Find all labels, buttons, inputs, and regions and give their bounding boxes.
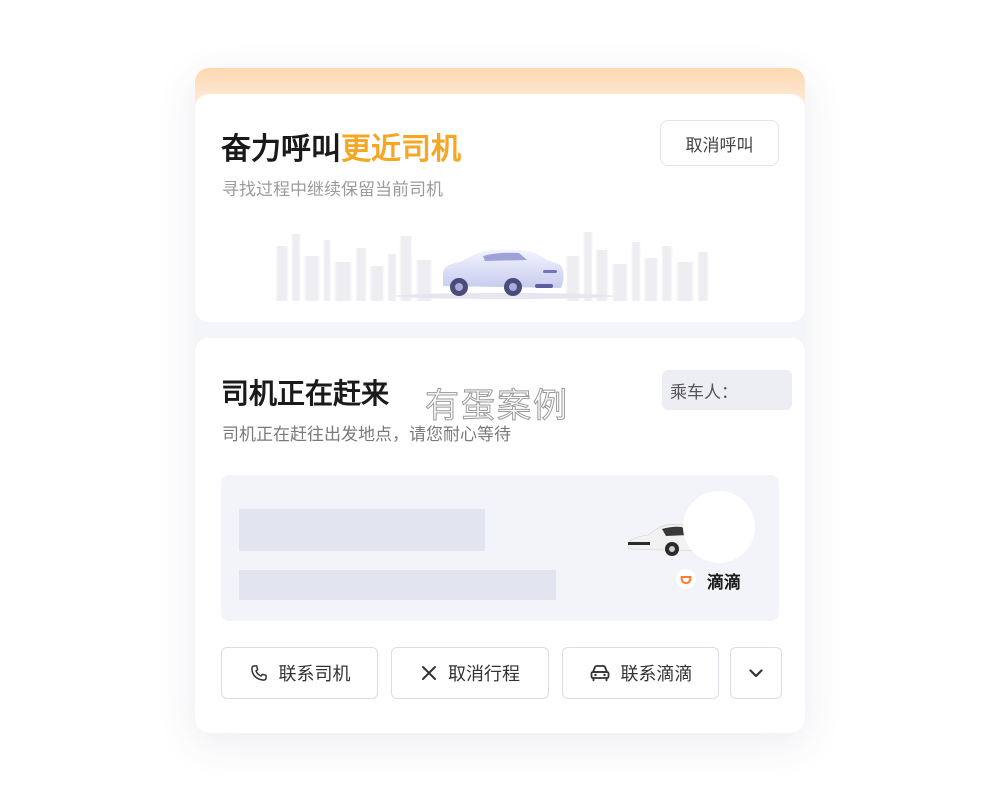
cancel-trip-label: 取消行程 [448,664,520,685]
driver-status-card: 司机正在赶来 司机正在赶往出发地点，请您耐心等待 有蛋案例 乘车人： 滴滴 联系… [195,338,805,733]
driver-info-box: 滴滴 [221,475,779,621]
driver-name-placeholder [239,509,485,551]
cancel-call-button[interactable]: 取消呼叫 [660,120,779,166]
didi-logo-icon [676,569,696,589]
city-car-illustration [275,232,709,301]
contact-driver-label: 联系司机 [278,664,351,685]
more-actions-button[interactable] [730,647,782,699]
phone-icon [250,665,267,681]
passenger-field[interactable]: 乘车人： [662,370,792,410]
contact-didi-label: 联系滴滴 [620,664,693,685]
searching-title-main: 奋力呼叫 [221,132,341,167]
trip-status-panel: 奋力呼叫更近司机 寻找过程中继续保留当前司机 取消呼叫 司机正在赶来 司机正在赶… [195,68,805,733]
searching-title: 奋力呼叫更近司机 [221,124,461,168]
close-icon [422,666,436,680]
watermark-text: 有蛋案例 [425,386,569,427]
contact-driver-button[interactable]: 联系司机 [221,647,378,699]
car-icon [590,665,609,682]
searching-card: 奋力呼叫更近司机 寻找过程中继续保留当前司机 取消呼叫 [195,94,805,322]
cancel-trip-button[interactable]: 取消行程 [391,647,549,699]
brand-name: 滴滴 [707,573,741,593]
car-plate-placeholder [239,570,556,600]
driver-avatar [683,491,755,563]
searching-title-highlight: 更近司机 [341,132,461,167]
contact-didi-button[interactable]: 联系滴滴 [562,647,719,699]
chevron-down-icon [749,669,763,678]
driver-status-title: 司机正在赶来 [221,377,390,410]
searching-subtitle: 寻找过程中继续保留当前司机 [222,180,443,200]
